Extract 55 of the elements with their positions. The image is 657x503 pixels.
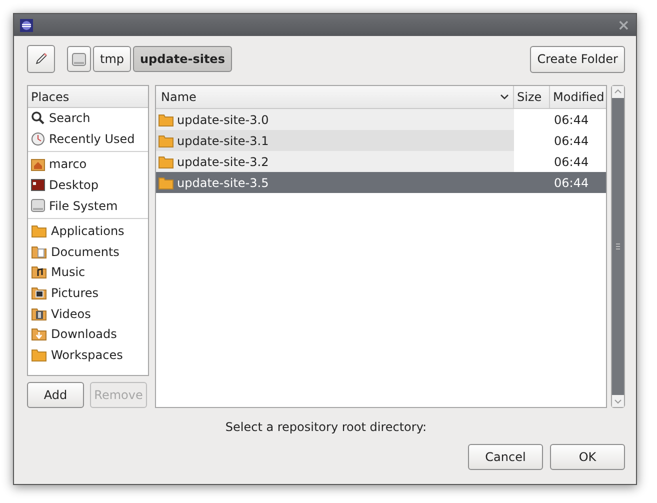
folder-icon — [158, 112, 174, 126]
grip-icon — [616, 243, 620, 250]
place-item[interactable]: Workspaces — [51, 348, 123, 362]
drive-icon — [72, 52, 86, 66]
path-button[interactable]: tmp — [93, 46, 132, 72]
chevron-down-icon — [500, 94, 509, 100]
place-item[interactable]: Downloads — [51, 327, 117, 342]
documents-folder-icon — [31, 244, 47, 259]
ok-button[interactable]: OK — [550, 444, 625, 470]
place-item[interactable]: Applications — [51, 224, 124, 238]
clock-icon — [31, 132, 45, 146]
place-item[interactable]: Videos — [51, 306, 91, 321]
file-modified: 06:44 — [554, 134, 589, 148]
file-modified: 06:44 — [554, 154, 589, 168]
search-icon — [31, 111, 45, 126]
file-name: update-site-3.1 — [177, 134, 269, 148]
file-modified: 06:44 — [554, 112, 589, 126]
place-item[interactable]: File System — [49, 198, 118, 213]
folder-icon — [158, 154, 174, 168]
file-name: update-site-3.5 — [177, 176, 269, 190]
folder-icon — [31, 224, 47, 238]
column-header[interactable]: Modified — [553, 90, 604, 104]
folder-icon — [158, 176, 174, 190]
path-button[interactable] — [67, 46, 91, 72]
place-item[interactable]: Desktop — [49, 178, 98, 192]
column-header[interactable]: Name — [161, 90, 196, 104]
file-name: update-site-3.2 — [177, 154, 269, 168]
prompt-text: Select a repository root directory: — [225, 420, 427, 434]
place-item[interactable]: Pictures — [51, 286, 99, 300]
pictures-folder-icon — [31, 286, 47, 300]
edit-location-button[interactable] — [27, 45, 55, 73]
folder-icon — [158, 134, 174, 148]
folder-icon — [31, 348, 47, 362]
place-item[interactable]: Search — [49, 111, 90, 126]
path-button[interactable]: update-sites — [133, 46, 232, 72]
downloads-folder-icon — [31, 327, 47, 342]
place-item[interactable]: Music — [51, 265, 86, 280]
places-header[interactable]: Places — [28, 86, 148, 108]
home-folder-icon — [31, 158, 45, 171]
place-item[interactable]: marco — [49, 157, 87, 172]
music-folder-icon — [31, 265, 47, 280]
add-button[interactable]: Add — [27, 382, 84, 408]
drive-icon — [31, 199, 45, 212]
scrollbar[interactable] — [611, 85, 625, 408]
create-folder-button[interactable]: Create Folder — [530, 46, 625, 72]
place-item[interactable]: Documents — [51, 244, 120, 259]
file-modified: 06:44 — [554, 176, 589, 190]
file-name: update-site-3.0 — [177, 112, 269, 126]
place-item[interactable]: Recently Used — [49, 132, 135, 146]
pencil-icon — [34, 51, 48, 67]
cancel-button[interactable]: Cancel — [468, 444, 543, 470]
app-icon — [20, 18, 33, 32]
desktop-icon — [31, 179, 45, 192]
videos-folder-icon — [31, 306, 47, 321]
column-header[interactable]: Size — [517, 90, 542, 104]
